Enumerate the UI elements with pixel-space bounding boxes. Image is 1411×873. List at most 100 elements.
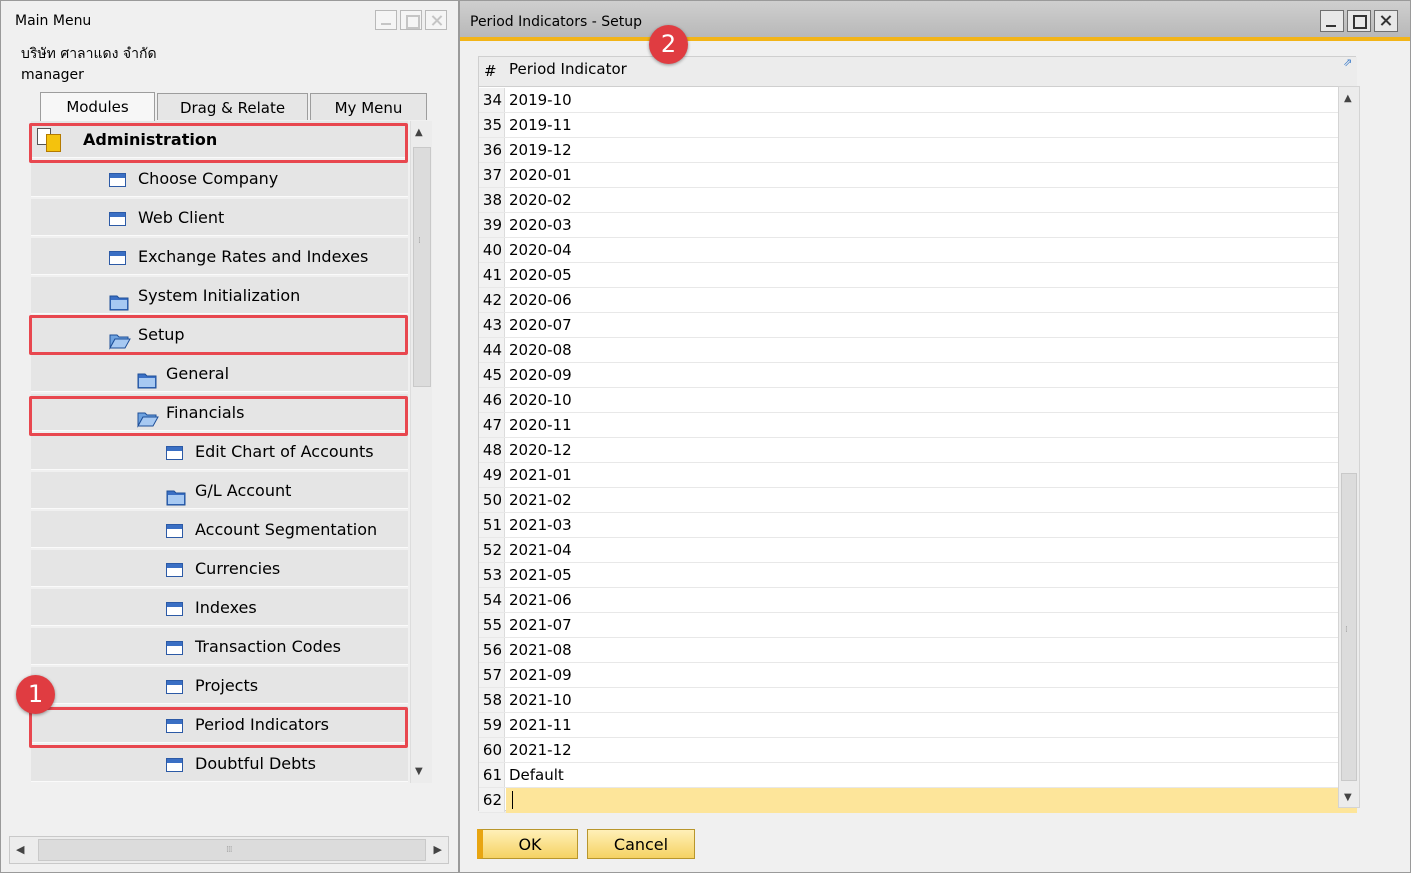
form-icon	[166, 758, 183, 772]
period-indicator-cell[interactable]: 2020-03	[509, 213, 572, 238]
menu-item-label: Projects	[195, 676, 259, 695]
cancel-button[interactable]: Cancel	[587, 829, 695, 859]
period-indicator-cell[interactable]: 2019-12	[509, 138, 572, 163]
menu-item-choose-company[interactable]: Choose Company	[31, 160, 408, 197]
menu-item-web-client[interactable]: Web Client	[31, 199, 408, 236]
period-indicator-cell[interactable]: 2021-10	[509, 688, 572, 713]
period-indicator-cell[interactable]: 2020-06	[509, 288, 572, 313]
table-row[interactable]: 46 2020-10	[479, 388, 1357, 413]
close-icon[interactable]	[1374, 10, 1398, 32]
period-indicator-cell[interactable]: 2019-10	[509, 88, 572, 113]
period-indicator-cell[interactable]: 2020-12	[509, 438, 572, 463]
period-indicator-cell[interactable]: 2021-07	[509, 613, 572, 638]
maximize-icon[interactable]	[1347, 10, 1371, 32]
period-indicator-cell[interactable]: 2020-01	[509, 163, 572, 188]
table-row[interactable]: 47 2020-11	[479, 413, 1357, 438]
menu-item-system-initialization[interactable]: System Initialization	[31, 277, 408, 314]
period-indicator-cell[interactable]: 2021-01	[509, 463, 572, 488]
scroll-up-icon[interactable]: ▲	[1344, 93, 1352, 104]
table-row[interactable]: 57 2021-09	[479, 663, 1357, 688]
table-row[interactable]: 40 2020-04	[479, 238, 1357, 263]
menu-item-projects[interactable]: Projects	[31, 667, 408, 704]
period-indicator-cell[interactable]: 2021-02	[509, 488, 572, 513]
period-indicator-cell[interactable]: 2020-04	[509, 238, 572, 263]
period-indicator-cell[interactable]: 2020-08	[509, 338, 572, 363]
menu-item-account-segmentation[interactable]: Account Segmentation	[31, 511, 408, 548]
menu-vertical-scrollbar[interactable]: ▲ ⁞ ▼	[410, 121, 432, 783]
menu-item-general[interactable]: General	[31, 355, 408, 392]
menu-item-edit-chart-of-accounts[interactable]: Edit Chart of Accounts	[31, 433, 408, 470]
menu-item-doubtful-debts[interactable]: Doubtful Debts	[31, 745, 408, 782]
table-row[interactable]: 50 2021-02	[479, 488, 1357, 513]
menu-item-transaction-codes[interactable]: Transaction Codes	[31, 628, 408, 665]
period-indicator-cell[interactable]: 2021-11	[509, 713, 572, 738]
period-indicator-cell[interactable]: 2021-12	[509, 738, 572, 763]
table-row[interactable]: 62	[479, 788, 1357, 813]
table-row[interactable]: 44 2020-08	[479, 338, 1357, 363]
period-indicator-cell[interactable]: 2019-11	[509, 113, 572, 138]
table-row[interactable]: 60 2021-12	[479, 738, 1357, 763]
tab-drag-relate[interactable]: Drag & Relate	[157, 93, 308, 120]
table-row[interactable]: 35 2019-11	[479, 113, 1357, 138]
period-indicator-cell[interactable]: Default	[509, 763, 564, 788]
column-header-number[interactable]: #	[484, 62, 497, 80]
table-row[interactable]: 41 2020-05	[479, 263, 1357, 288]
table-row[interactable]: 42 2020-06	[479, 288, 1357, 313]
close-icon[interactable]	[425, 10, 447, 30]
table-row[interactable]: 53 2021-05	[479, 563, 1357, 588]
tab-modules[interactable]: Modules	[40, 92, 155, 121]
table-row[interactable]: 37 2020-01	[479, 163, 1357, 188]
table-row[interactable]: 56 2021-08	[479, 638, 1357, 663]
menu-item-exchange-rates-and-indexes[interactable]: Exchange Rates and Indexes	[31, 238, 408, 275]
table-row[interactable]: 52 2021-04	[479, 538, 1357, 563]
scroll-down-icon[interactable]: ▼	[415, 766, 423, 777]
table-row[interactable]: 59 2021-11	[479, 713, 1357, 738]
period-indicator-cell[interactable]: 2021-09	[509, 663, 572, 688]
menu-item-g-l-account-determination[interactable]: G/L Account Determination	[31, 472, 408, 537]
period-indicator-cell[interactable]: 2020-11	[509, 413, 572, 438]
maximize-icon[interactable]	[400, 10, 422, 30]
period-indicator-cell[interactable]: 2021-04	[509, 538, 572, 563]
table-row[interactable]: 38 2020-02	[479, 188, 1357, 213]
table-row[interactable]: 61 Default	[479, 763, 1357, 788]
table-row[interactable]: 34 2019-10	[479, 88, 1357, 113]
menu-item-indexes[interactable]: Indexes	[31, 589, 408, 626]
table-row[interactable]: 54 2021-06	[479, 588, 1357, 613]
table-row[interactable]: 55 2021-07	[479, 613, 1357, 638]
menu-horizontal-scrollbar[interactable]: ◀ ⁞⁞⁞ ▶	[9, 836, 449, 864]
period-indicator-cell[interactable]: 2021-08	[509, 638, 572, 663]
scroll-down-icon[interactable]: ▼	[1344, 792, 1352, 803]
table-row[interactable]: 36 2019-12	[479, 138, 1357, 163]
tab-my-menu[interactable]: My Menu	[310, 93, 427, 120]
table-row[interactable]: 39 2020-03	[479, 213, 1357, 238]
period-indicator-cell[interactable]: 2020-09	[509, 363, 572, 388]
table-row[interactable]: 49 2021-01	[479, 463, 1357, 488]
table-row[interactable]: 43 2020-07	[479, 313, 1357, 338]
period-indicator-cell[interactable]: 2020-07	[509, 313, 572, 338]
scroll-thumb[interactable]	[413, 147, 431, 387]
column-header-period-indicator[interactable]: Period Indicator	[509, 60, 627, 78]
minimize-icon[interactable]	[1320, 10, 1344, 32]
scroll-left-icon[interactable]: ◀	[16, 843, 24, 856]
period-indicator-cell[interactable]: 2020-02	[509, 188, 572, 213]
table-row[interactable]: 51 2021-03	[479, 513, 1357, 538]
period-indicator-cell[interactable]: 2021-03	[509, 513, 572, 538]
menu-item-currencies[interactable]: Currencies	[31, 550, 408, 587]
period-indicator-cell[interactable]: 2020-05	[509, 263, 572, 288]
scroll-thumb[interactable]	[1341, 473, 1357, 781]
grid-vertical-scrollbar[interactable]: ▲ ⁞ ▼	[1338, 86, 1360, 808]
period-indicator-cell[interactable]: 2021-05	[509, 563, 572, 588]
scroll-right-icon[interactable]: ▶	[434, 843, 442, 856]
period-indicator-cell[interactable]: 2020-10	[509, 388, 572, 413]
hscroll-thumb[interactable]	[38, 839, 426, 861]
table-row[interactable]: 58 2021-10	[479, 688, 1357, 713]
table-row[interactable]: 48 2020-12	[479, 438, 1357, 463]
expand-icon[interactable]: ⇗	[1343, 57, 1355, 69]
period-indicator-cell[interactable]: 2021-06	[509, 588, 572, 613]
table-row[interactable]: 45 2020-09	[479, 363, 1357, 388]
scroll-up-icon[interactable]: ▲	[415, 127, 423, 138]
ok-button[interactable]: OK	[477, 829, 578, 859]
form-icon	[166, 524, 183, 538]
minimize-icon[interactable]	[375, 10, 397, 30]
active-edit-cell[interactable]	[506, 788, 1357, 813]
